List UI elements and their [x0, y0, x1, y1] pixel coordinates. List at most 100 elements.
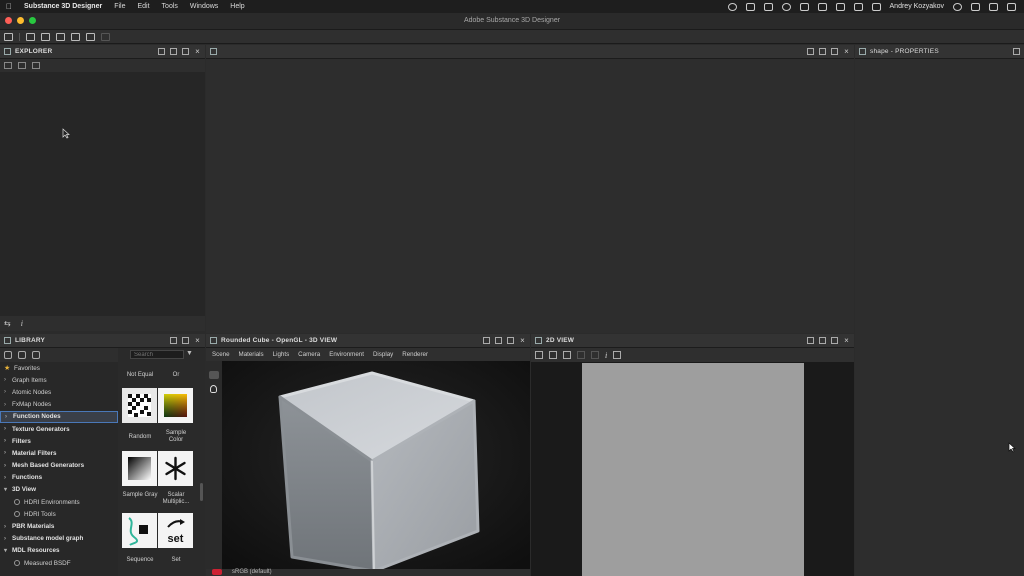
float-icon[interactable] — [819, 337, 826, 344]
import-icon[interactable] — [18, 62, 26, 69]
menu-scene[interactable]: Scene — [212, 351, 230, 358]
undo-icon[interactable] — [86, 32, 95, 41]
view3d-viewport[interactable] — [222, 361, 530, 569]
pin-icon[interactable] — [158, 48, 165, 55]
light-bulb-icon[interactable] — [210, 385, 217, 393]
channels-icon[interactable] — [577, 351, 585, 359]
record-icon[interactable] — [727, 2, 737, 11]
pin-icon[interactable] — [483, 337, 490, 344]
menu-file[interactable]: File — [114, 3, 125, 10]
library-tree-item[interactable]: › Material Filters — [0, 447, 118, 459]
library-brush-icon[interactable] — [32, 351, 40, 359]
creative-cloud-icon[interactable] — [781, 2, 791, 11]
menu-lights[interactable]: Lights — [273, 351, 290, 358]
sample-color-node-thumb[interactable] — [158, 388, 193, 423]
library-tree-item[interactable]: ★ Favorites — [0, 362, 118, 374]
tiling-icon[interactable] — [563, 351, 571, 359]
save-icon[interactable] — [71, 32, 80, 41]
library-tree-item[interactable]: › Atomic Nodes — [0, 386, 118, 398]
menu-tools[interactable]: Tools — [162, 3, 178, 10]
pin-icon[interactable] — [807, 337, 814, 344]
link-icon[interactable]: ⇆ — [4, 319, 11, 328]
new-package-icon[interactable] — [26, 32, 35, 41]
screen-icon[interactable] — [799, 2, 809, 11]
library-tree-item[interactable]: › Mesh Based Generators — [0, 460, 118, 472]
volume-icon[interactable] — [989, 2, 998, 11]
histogram-icon[interactable] — [613, 351, 622, 359]
chevron-right-icon[interactable]: › — [5, 414, 13, 420]
library-scrollbar[interactable] — [200, 483, 203, 501]
control-center-icon[interactable] — [971, 2, 980, 11]
apple-menu-icon[interactable]:  — [6, 2, 14, 11]
library-tree-item[interactable]: › Texture Generators — [0, 423, 118, 435]
chevron-right-icon[interactable]: › — [4, 377, 12, 383]
new-item-icon[interactable] — [4, 62, 12, 69]
menu-edit[interactable]: Edit — [137, 3, 149, 10]
chevron-right-icon[interactable]: › — [4, 402, 12, 408]
close-icon[interactable]: × — [194, 337, 201, 345]
chevron-right-icon[interactable]: › — [4, 389, 12, 395]
link-icon[interactable] — [817, 2, 827, 11]
library-tree-item[interactable]: ▾ MDL Resources — [0, 545, 118, 557]
colorspace-select[interactable]: sRGB (default) — [232, 569, 272, 575]
user-name[interactable]: Andrey Kozyakov — [890, 3, 944, 10]
checker-icon[interactable] — [549, 351, 557, 359]
search-icon[interactable] — [953, 2, 962, 11]
chevron-right-icon[interactable]: › — [4, 536, 12, 542]
redo-icon[interactable] — [101, 32, 110, 41]
chevron-right-icon[interactable]: › — [4, 438, 12, 444]
app-menu[interactable]: Substance 3D Designer — [24, 3, 102, 10]
menu-help[interactable]: Help — [230, 3, 244, 10]
float-icon[interactable] — [170, 48, 177, 55]
close-icon[interactable]: × — [519, 337, 526, 345]
pin-icon[interactable] — [807, 48, 814, 55]
camera-icon[interactable] — [209, 371, 219, 379]
library-tree-item[interactable]: › Substance model graph — [0, 533, 118, 545]
maximize-icon[interactable] — [182, 48, 189, 55]
battery-icon[interactable] — [871, 2, 881, 11]
pin-icon[interactable] — [1013, 48, 1020, 55]
library-view-icon[interactable] — [4, 351, 12, 359]
library-tree-item[interactable]: › FxMap Nodes — [0, 399, 118, 411]
library-tree-item[interactable]: › PBR Materials — [0, 520, 118, 532]
random-node-thumb[interactable] — [122, 388, 157, 423]
library-tree-item[interactable]: HDRI Environments — [0, 496, 118, 508]
library-tree-item[interactable]: › Functions — [0, 472, 118, 484]
info-icon[interactable]: i — [21, 319, 23, 328]
chevron-right-icon[interactable]: › — [4, 475, 12, 481]
dropbox-icon[interactable] — [763, 2, 773, 11]
cloud-icon[interactable] — [745, 2, 755, 11]
close-icon[interactable]: × — [843, 337, 850, 345]
menu-windows[interactable]: Windows — [190, 3, 218, 10]
notification-icon[interactable] — [1007, 2, 1016, 11]
alpha-icon[interactable] — [591, 351, 599, 359]
library-tree-item[interactable]: › Filters — [0, 435, 118, 447]
set-node-thumb[interactable]: set — [158, 513, 193, 548]
new-graph-icon[interactable] — [4, 32, 13, 41]
sample-gray-node-thumb[interactable] — [122, 451, 157, 486]
close-icon[interactable]: × — [194, 48, 201, 56]
chevron-down-icon[interactable]: ▾ — [4, 547, 12, 554]
chevron-right-icon[interactable]: › — [4, 450, 12, 456]
close-icon[interactable]: × — [843, 48, 850, 56]
calendar-icon[interactable] — [835, 2, 845, 11]
chevron-right-icon[interactable]: › — [4, 524, 12, 530]
maximize-icon[interactable] — [831, 48, 838, 55]
float-icon[interactable] — [819, 48, 826, 55]
maximize-icon[interactable] — [182, 337, 189, 344]
explorer-tree[interactable] — [0, 72, 205, 316]
maximize-icon[interactable] — [507, 337, 514, 344]
menu-environment[interactable]: Environment — [329, 351, 364, 358]
info-icon[interactable]: i — [605, 351, 607, 360]
fit-view-icon[interactable] — [535, 351, 543, 359]
chevron-down-icon[interactable]: ▾ — [4, 486, 12, 493]
menu-renderer[interactable]: Renderer — [402, 351, 428, 358]
library-tree-item[interactable]: Measured BSDF — [0, 557, 118, 569]
share-icon[interactable] — [41, 32, 50, 41]
filter-icon[interactable]: ▼ — [186, 350, 194, 358]
keyboard-input-icon[interactable] — [853, 2, 863, 11]
maximize-icon[interactable] — [831, 337, 838, 344]
menu-camera[interactable]: Camera — [298, 351, 320, 358]
chevron-right-icon[interactable]: › — [4, 426, 12, 432]
float-icon[interactable] — [495, 337, 502, 344]
